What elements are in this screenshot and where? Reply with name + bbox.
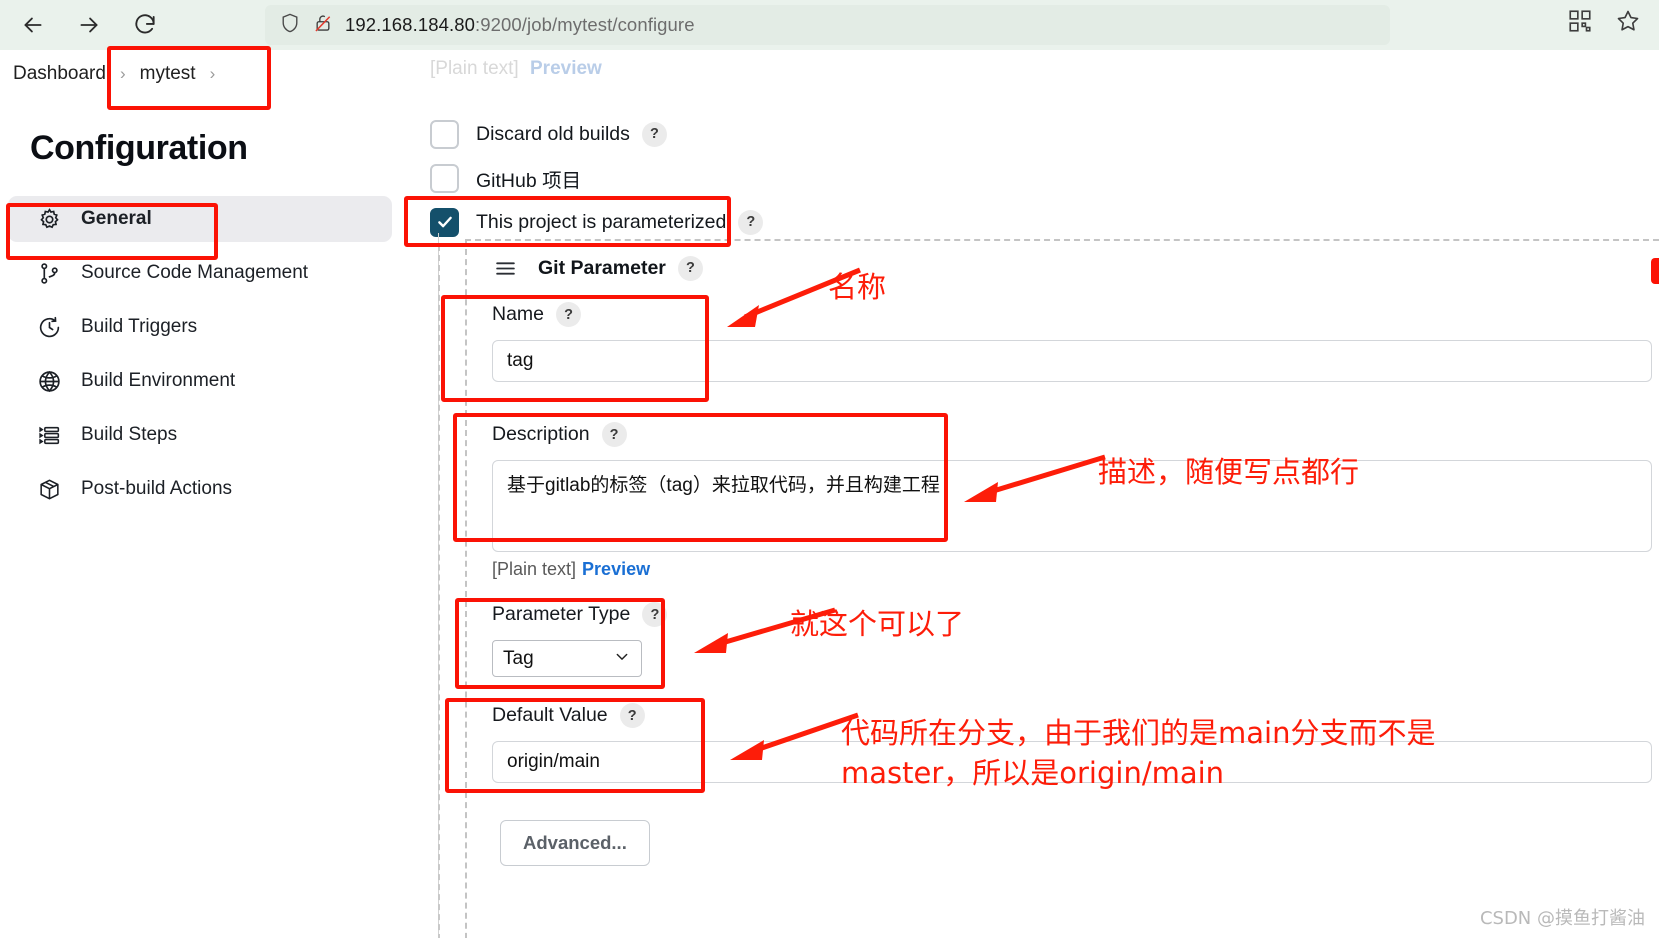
help-icon[interactable]: ? — [677, 255, 703, 281]
description-label: Description — [492, 423, 590, 445]
broken-lock-icon — [313, 11, 333, 40]
annotation-text-default-value-line2: master，所以是origin/main — [841, 756, 1225, 790]
help-icon[interactable]: ? — [619, 703, 645, 728]
annotation-text-default-value-line1: 代码所在分支，由于我们的是main分支而不是 — [841, 716, 1436, 750]
checkbox-row-this-project-is-parameterized[interactable]: This project is parameterized ? — [400, 200, 1659, 244]
sidebar-item-label: Source Code Management — [81, 262, 309, 283]
globe-icon — [36, 368, 63, 395]
breadcrumb-separator: › — [119, 63, 126, 83]
plain-text-label: [Plain text] — [492, 559, 577, 579]
shield-icon — [279, 11, 301, 40]
address-bar-text: 192.168.184.80:9200/job/mytest/configure — [345, 14, 695, 35]
list-icon — [36, 422, 63, 449]
ghost-plaintext-line: [Plain text] Preview — [430, 58, 602, 80]
git-parameter-title: Git Parameter — [538, 256, 666, 279]
browser-toolbar: 192.168.184.80:9200/job/mytest/configure — [0, 0, 1659, 50]
annotation-edge-marker — [1651, 258, 1659, 284]
help-icon[interactable]: ? — [601, 422, 627, 447]
preview-link[interactable]: Preview — [582, 559, 650, 579]
parameter-type-select[interactable]: Tag — [492, 640, 642, 677]
breadcrumb: Dashboard › mytest › — [0, 50, 1659, 97]
checkbox-label: Discard old builds — [476, 122, 630, 145]
parameters-dashed-left — [465, 239, 467, 938]
description-plaintext-row: [Plain text] Preview — [492, 559, 650, 580]
browser-actions — [1567, 8, 1641, 39]
checkbox-row-github-project[interactable]: GitHub 项目 — [400, 156, 1659, 200]
help-icon[interactable]: ? — [556, 302, 582, 327]
sidebar-item-label: Build Environment — [81, 370, 236, 391]
advanced-button[interactable]: Advanced... — [500, 820, 650, 866]
sidebar-item-general[interactable]: General — [8, 196, 392, 242]
sidebar-item-label: Build Steps — [81, 424, 178, 445]
drag-handle-icon[interactable] — [492, 255, 518, 281]
browser-nav-buttons — [18, 10, 160, 40]
reload-icon[interactable] — [130, 10, 160, 40]
help-icon[interactable]: ? — [738, 209, 764, 235]
page-root: 192.168.184.80:9200/job/mytest/configure… — [0, 0, 1659, 938]
annotation-text-parameter-type: 就这个可以了 — [790, 607, 965, 641]
name-field-label-row: Name ? — [492, 302, 582, 327]
breadcrumb-item-mytest[interactable]: mytest — [140, 63, 196, 85]
annotation-text-description: 描述，随便写点都行 — [1098, 455, 1360, 489]
gear-icon — [36, 206, 63, 233]
this-project-is-parameterized-checkbox[interactable] — [430, 207, 459, 237]
discard-old-builds-checkbox[interactable] — [430, 119, 459, 149]
sidebar-item-label: Post-build Actions — [81, 478, 233, 499]
qr-code-icon[interactable] — [1567, 8, 1593, 39]
package-icon — [36, 476, 63, 503]
address-bar[interactable]: 192.168.184.80:9200/job/mytest/configure — [265, 5, 1390, 45]
watermark: CSDN @摸鱼打酱油 — [1479, 908, 1645, 929]
git-branch-icon — [36, 260, 63, 287]
checkbox-label: This project is parameterized — [476, 210, 727, 233]
breadcrumb-separator-2: › — [209, 63, 216, 83]
name-label: Name — [492, 303, 545, 325]
star-icon[interactable] — [1615, 8, 1641, 39]
help-icon[interactable]: ? — [642, 602, 668, 627]
sidebar-item-label: General — [81, 208, 152, 229]
sidebar: Configuration General Source Code Manage… — [0, 105, 400, 520]
description-textarea[interactable]: 基于gitlab的标签（tag）来拉取代码，并且构建工程 — [492, 460, 1652, 552]
name-input[interactable] — [492, 340, 1652, 382]
ghost-preview-link: Preview — [530, 58, 602, 79]
ghost-plaintext-label: [Plain text] — [430, 58, 519, 79]
arrow-left-icon[interactable] — [18, 10, 48, 40]
sidebar-item-post-build-actions[interactable]: Post-build Actions — [8, 466, 392, 512]
github-project-checkbox[interactable] — [430, 163, 459, 193]
sidebar-item-build-steps[interactable]: Build Steps — [8, 412, 392, 458]
help-icon[interactable]: ? — [641, 121, 667, 147]
page-title: Configuration — [30, 129, 248, 167]
breadcrumb-item-dashboard[interactable]: Dashboard — [13, 63, 106, 85]
checkbox-row-discard-old-builds[interactable]: Discard old builds ? — [400, 112, 1659, 156]
description-field-label-row: Description ? — [492, 422, 627, 447]
sidebar-item-label: Build Triggers — [81, 316, 198, 337]
sidebar-items: General Source Code Management Build Tri… — [0, 196, 400, 512]
default-value-label: Default Value — [492, 704, 608, 726]
parameter-inner-dashed-line — [438, 245, 440, 938]
arrow-right-icon[interactable] — [74, 10, 104, 40]
configuration-form: Discard old builds ? GitHub 项目 This proj… — [400, 97, 1659, 938]
parameter-type-label: Parameter Type — [492, 603, 631, 625]
sidebar-item-build-triggers[interactable]: Build Triggers — [8, 304, 392, 350]
default-value-label-row: Default Value ? — [492, 703, 645, 728]
git-parameter-header: Git Parameter ? — [492, 255, 703, 281]
sidebar-item-source-code-management[interactable]: Source Code Management — [8, 250, 392, 296]
clock-icon — [36, 314, 63, 341]
parameter-type-select-wrap: Tag — [492, 640, 642, 677]
checkbox-label: GitHub 项目 — [476, 169, 582, 192]
parameter-type-label-row: Parameter Type ? — [492, 602, 668, 627]
annotation-text-name: 名称 — [828, 270, 887, 304]
sidebar-item-build-environment[interactable]: Build Environment — [8, 358, 392, 404]
